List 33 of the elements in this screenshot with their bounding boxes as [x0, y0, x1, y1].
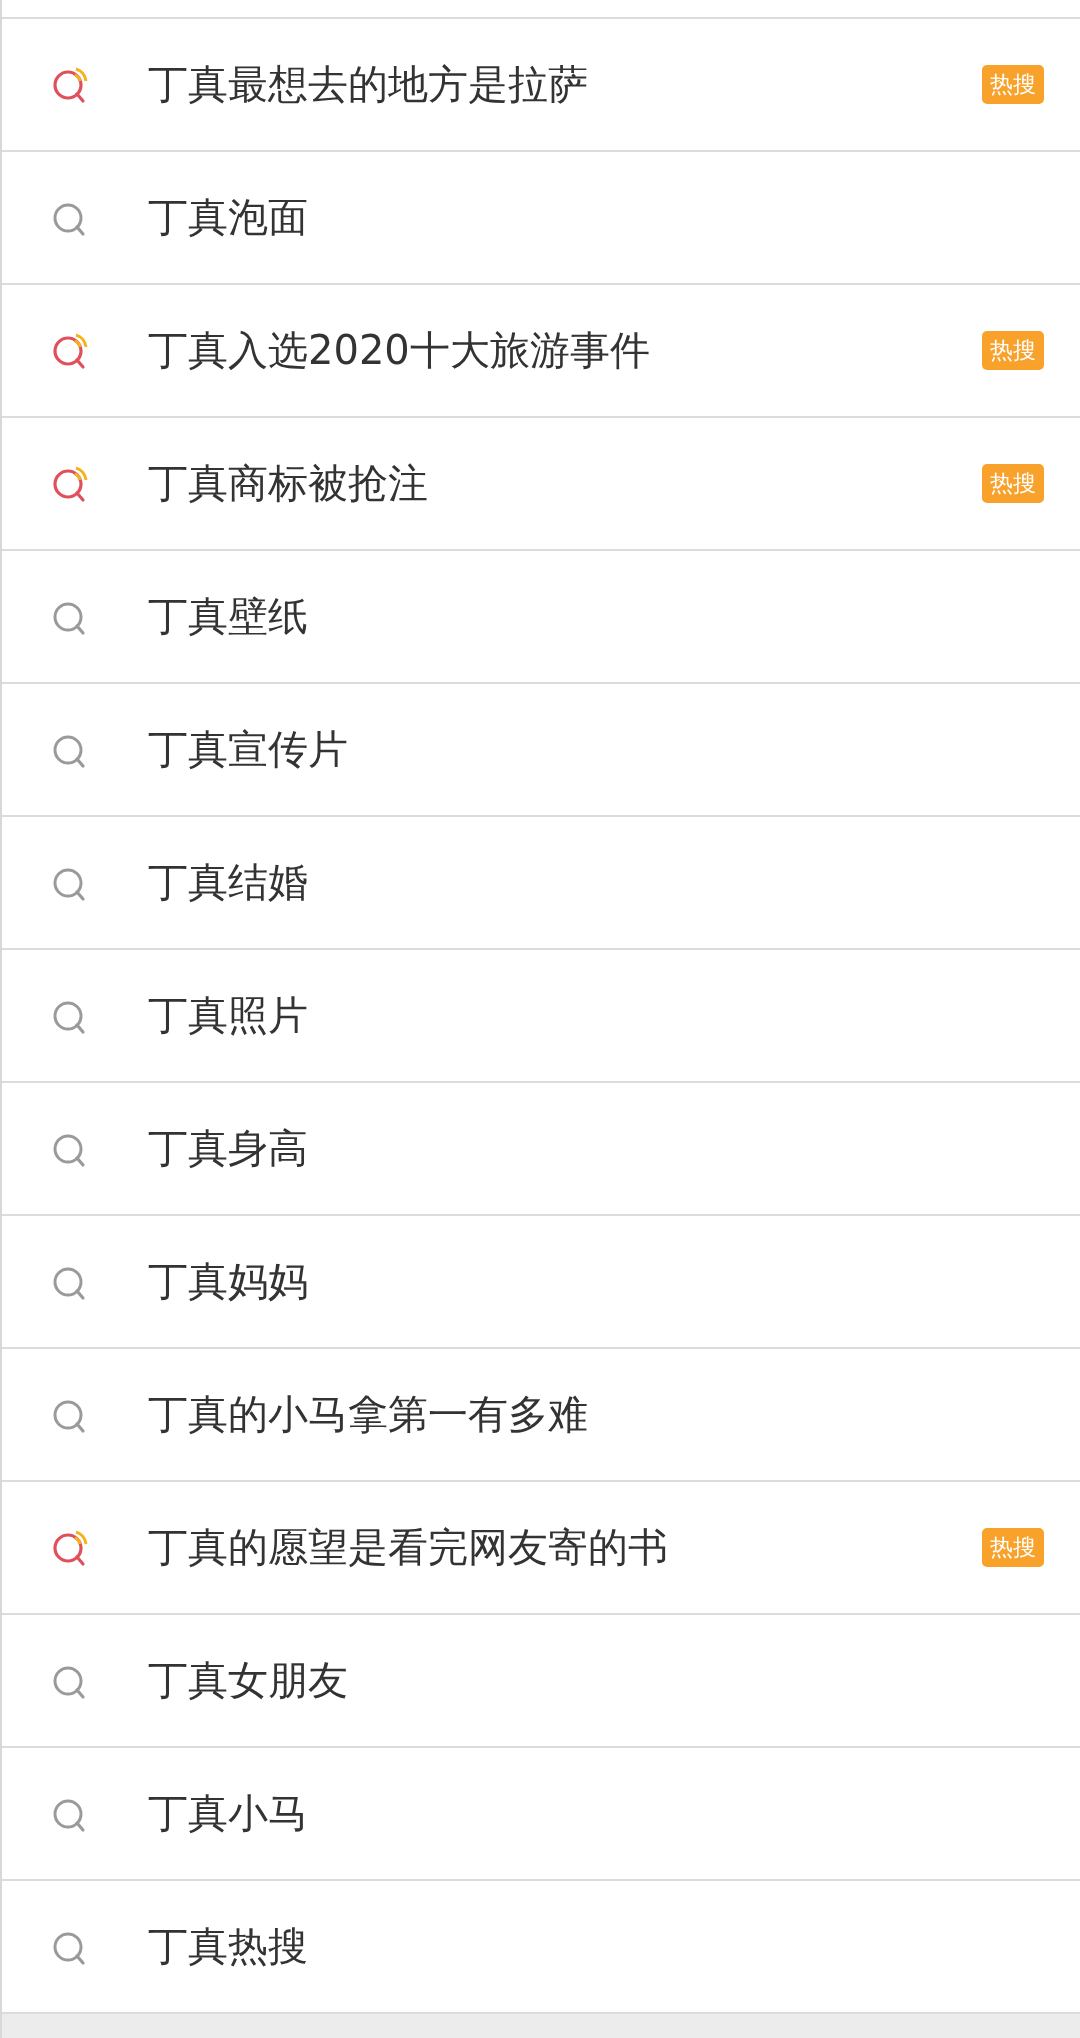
suggestion-text: 丁真的愿望是看完网友寄的书: [148, 1523, 669, 1572]
suggestion-item[interactable]: 丁真泡面: [2, 152, 1080, 285]
suggestion-text: 丁真入选2020十大旅游事件: [148, 326, 651, 375]
hot-search-tag: 热搜: [982, 330, 1044, 371]
suggestion-item[interactable]: 丁真小马: [2, 1748, 1080, 1881]
suggestion-text: 丁真热搜: [148, 1922, 309, 1971]
hot-search-tag: 热搜: [982, 64, 1044, 105]
suggestion-text: 丁真的小马拿第一有多难: [148, 1390, 589, 1439]
suggestion-text: 丁真结婚: [148, 858, 309, 907]
suggestion-text: 丁真妈妈: [148, 1257, 309, 1306]
suggestion-text: 丁真身高: [148, 1124, 309, 1173]
suggestion-item[interactable]: 丁真商标被抢注 热搜: [2, 418, 1080, 551]
suggestion-item[interactable]: 丁真妈妈: [2, 1216, 1080, 1349]
suggestion-text: 丁真最想去的地方是拉萨: [148, 60, 589, 109]
suggestion-text: 丁真商标被抢注: [148, 459, 429, 508]
suggestion-item[interactable]: 丁真宣传片: [2, 684, 1080, 817]
suggestion-text: 丁真泡面: [148, 193, 309, 242]
suggestion-text: 丁真宣传片: [148, 725, 349, 774]
suggestion-text: 丁真小马: [148, 1789, 309, 1838]
suggestion-item[interactable]: 丁真女朋友: [2, 1615, 1080, 1748]
suggestion-text: 丁真照片: [148, 991, 309, 1040]
hot-search-tag: 热搜: [982, 1527, 1044, 1568]
suggestion-item[interactable]: 丁真结婚: [2, 817, 1080, 950]
suggestion-text: 丁真壁纸: [148, 592, 309, 641]
suggestion-item[interactable]: 丁真的小马拿第一有多难: [2, 1349, 1080, 1482]
hot-search-tag: 热搜: [982, 463, 1044, 504]
suggestion-item[interactable]: 丁真照片: [2, 950, 1080, 1083]
suggestion-item[interactable]: 丁真壁纸: [2, 551, 1080, 684]
suggestion-text: 丁真女朋友: [148, 1656, 349, 1705]
suggestion-item[interactable]: 丁真入选2020十大旅游事件 热搜: [2, 285, 1080, 418]
suggestion-item[interactable]: 丁真的愿望是看完网友寄的书 热搜: [2, 1482, 1080, 1615]
suggestion-item[interactable]: 丁真身高: [2, 1083, 1080, 1216]
suggestion-item[interactable]: 丁真最想去的地方是拉萨 热搜: [2, 19, 1080, 152]
